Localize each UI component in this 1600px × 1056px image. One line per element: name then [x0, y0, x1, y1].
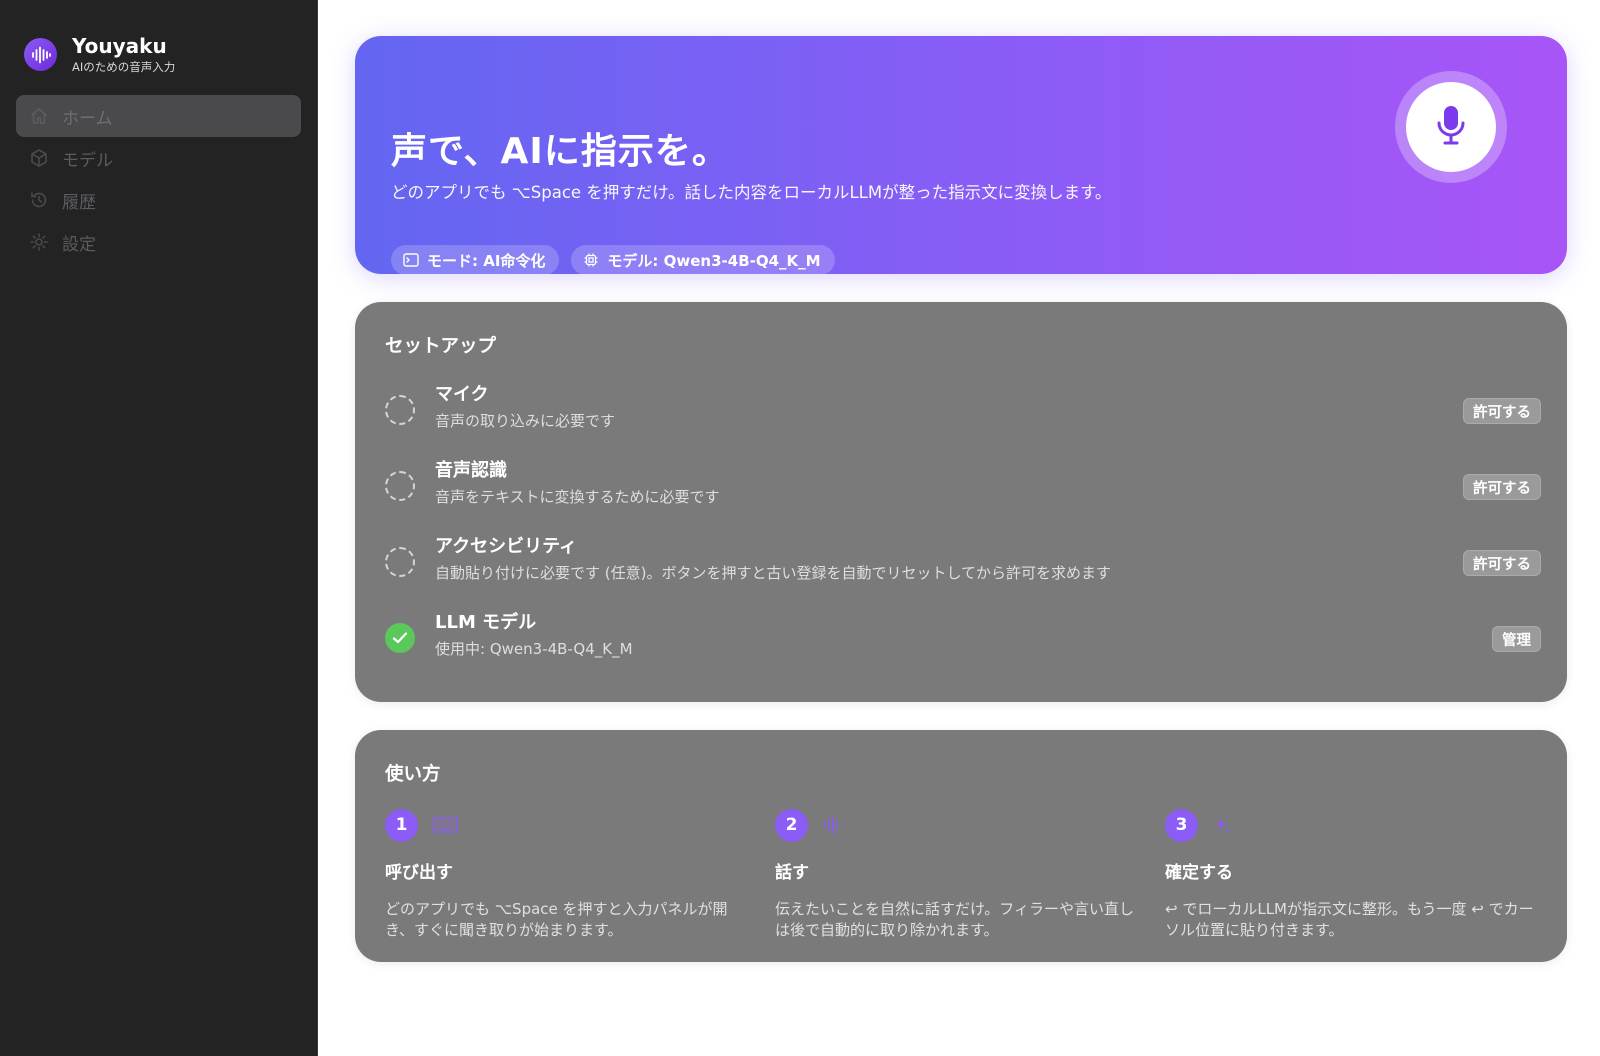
allow-microphone-button[interactable]: 許可する: [1463, 398, 1541, 424]
step-number: 2: [775, 808, 808, 842]
manage-model-button[interactable]: 管理: [1492, 626, 1541, 652]
howto-title: 使い方: [385, 764, 441, 785]
step-desc: 伝えたいことを自然に話すだけ。フィラーや言い直しは後で自動的に取り除かれます。: [775, 900, 1134, 939]
setup-row-title: マイク: [435, 384, 489, 405]
mode-chip: モード: AI命令化: [391, 245, 560, 275]
mode-chip-label: モード: AI命令化: [427, 251, 546, 270]
step-desc: どのアプリでも ⌥Space を押すと入力パネルが開き、すぐに聞き取りが始まりま…: [385, 900, 728, 939]
setup-row-desc: 自動貼り付けに必要です (任意)。ボタンを押すと古い登録を自動でリセットしてから…: [435, 564, 1112, 582]
sidebar-item-label: 履歴: [62, 192, 96, 213]
setup-title: セットアップ: [385, 336, 497, 357]
checkmark-icon: [385, 623, 415, 653]
step-speak: 2 話す 伝えたいことを自然に話すだけ。フィラーや言い直しは後で自動的に取り除か…: [775, 808, 1145, 941]
setup-row-accessibility: アクセシビリティ 自動貼り付けに必要です (任意)。ボタンを押すと古い登録を自動…: [385, 532, 1541, 596]
app-window: Youyaku AIのための音声入力 ホーム モデル 履歴 設定 声で、AIに指…: [0, 0, 1600, 1056]
sidebar-item-label: 設定: [62, 234, 96, 255]
home-icon: [28, 105, 50, 127]
terminal-icon: [403, 252, 419, 268]
app-name: Youyaku: [72, 34, 167, 58]
sidebar-item-label: モデル: [62, 150, 113, 171]
sparkle-icon: [1212, 814, 1240, 836]
setup-card: セットアップ マイク 音声の取り込みに必要です 許可する 音声認識 音声をテキス…: [355, 302, 1567, 702]
sidebar-item-settings[interactable]: 設定: [16, 221, 301, 263]
setup-row-desc: 使用中: Qwen3-4B-Q4_K_M: [435, 640, 633, 658]
history-icon: [28, 189, 50, 211]
setup-row-title: LLM モデル: [435, 612, 537, 633]
sidebar: Youyaku AIのための音声入力 ホーム モデル 履歴 設定: [0, 0, 318, 1056]
main-content: 声で、AIに指示を。 どのアプリでも ⌥Space を押すだけ。話した内容をロー…: [318, 0, 1600, 1056]
model-chip: モデル: Qwen3-4B-Q4_K_M: [571, 245, 835, 275]
setup-row-microphone: マイク 音声の取り込みに必要です 許可する: [385, 380, 1541, 444]
setup-row-desc: 音声をテキストに変換するために必要です: [435, 488, 720, 506]
sidebar-item-label: ホーム: [62, 108, 113, 129]
step-desc: ↩ でローカルLLMが指示文に整形。もう一度 ↩ でカーソル位置に貼り付きます。: [1165, 900, 1534, 939]
gear-icon: [28, 231, 50, 253]
model-chip-label: モデル: Qwen3-4B-Q4_K_M: [607, 251, 821, 270]
record-button-inner[interactable]: [1406, 82, 1496, 172]
step-number: 1: [385, 808, 418, 842]
sidebar-nav: ホーム モデル 履歴 設定: [16, 95, 301, 263]
cube-icon: [28, 147, 50, 169]
setup-row-desc: 音声の取り込みに必要です: [435, 412, 616, 430]
setup-row-title: アクセシビリティ: [435, 536, 578, 557]
setup-row-llm-model: LLM モデル 使用中: Qwen3-4B-Q4_K_M 管理: [385, 608, 1541, 672]
waveform-icon: [822, 814, 850, 836]
step-title: 確定する: [1165, 863, 1233, 883]
pending-status-icon: [385, 395, 415, 425]
sidebar-item-models[interactable]: モデル: [16, 137, 301, 179]
chip-icon: [583, 252, 599, 268]
keyboard-icon: [432, 814, 460, 836]
microphone-icon: [1435, 104, 1467, 150]
brand: Youyaku AIのための音声入力: [24, 34, 301, 75]
setup-row-speech-recognition: 音声認識 音声をテキストに変換するために必要です 許可する: [385, 456, 1541, 520]
hero-subtitle: どのアプリでも ⌥Space を押すだけ。話した内容をローカルLLMが整った指示…: [391, 183, 1112, 202]
allow-accessibility-button[interactable]: 許可する: [1463, 550, 1541, 576]
hero-banner: 声で、AIに指示を。 どのアプリでも ⌥Space を押すだけ。話した内容をロー…: [355, 36, 1567, 275]
record-button[interactable]: [1395, 71, 1507, 183]
step-title: 呼び出す: [385, 863, 453, 883]
step-confirm: 3 確定する ↩ でローカルLLMが指示文に整形。もう一度 ↩ でカーソル位置に…: [1165, 808, 1535, 941]
step-invoke: 1 呼び出す どのアプリでも ⌥Space を押すと入力パネルが開き、すぐに聞き…: [385, 808, 755, 941]
app-tagline: AIのための音声入力: [72, 60, 176, 74]
pending-status-icon: [385, 471, 415, 501]
howto-card: 使い方 1 呼び出す どのアプリでも ⌥Space を押すと入力パネルが開き、す…: [355, 730, 1567, 962]
sidebar-item-history[interactable]: 履歴: [16, 179, 301, 221]
allow-speech-recognition-button[interactable]: 許可する: [1463, 474, 1541, 500]
hero-chips: モード: AI命令化 モデル: Qwen3-4B-Q4_K_M: [391, 245, 847, 275]
setup-row-title: 音声認識: [435, 460, 507, 481]
waveform-logo-icon: [24, 38, 57, 71]
sidebar-item-home[interactable]: ホーム: [16, 95, 301, 137]
hero-title: 声で、AIに指示を。: [391, 131, 729, 172]
pending-status-icon: [385, 547, 415, 577]
step-number: 3: [1165, 808, 1198, 842]
step-title: 話す: [775, 863, 809, 883]
